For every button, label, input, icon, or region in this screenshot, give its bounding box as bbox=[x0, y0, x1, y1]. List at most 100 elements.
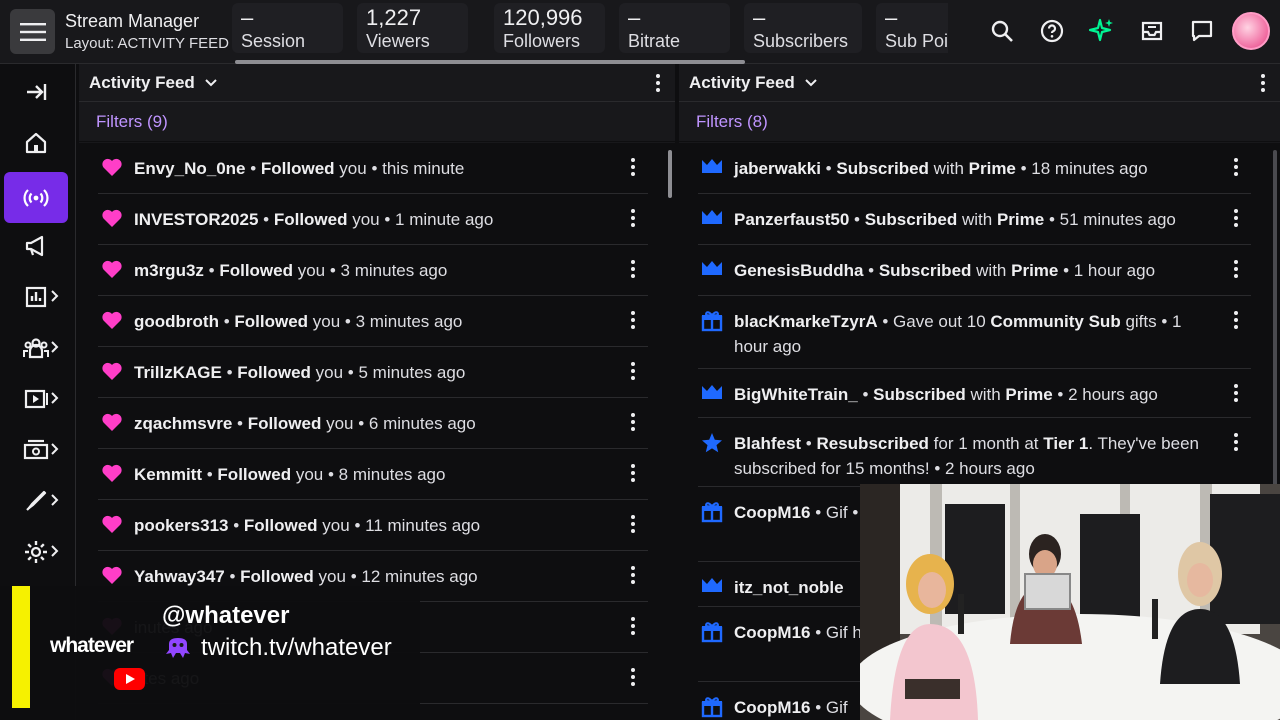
chevron-right-icon bbox=[51, 341, 59, 353]
stat-followers[interactable]: 120,996 Followers bbox=[494, 3, 605, 53]
list-item[interactable]: Blahfest • Resubscribed for 1 month at T… bbox=[698, 418, 1251, 487]
chevron-right-icon bbox=[51, 443, 59, 455]
home-icon bbox=[25, 132, 47, 154]
nav-promotions[interactable] bbox=[4, 221, 68, 271]
list-item[interactable]: goodbroth • Followed you • 3 minutes ago bbox=[98, 296, 648, 347]
event-action: Followed bbox=[234, 312, 309, 331]
more-options-icon[interactable] bbox=[655, 73, 661, 93]
event-action: Followed bbox=[217, 465, 292, 484]
overlay-brand: whatever bbox=[50, 634, 134, 657]
more-options-icon[interactable] bbox=[1260, 73, 1266, 93]
inbox-icon[interactable] bbox=[1138, 17, 1166, 45]
event-time: 6 minutes ago bbox=[368, 414, 476, 433]
whispers-icon[interactable] bbox=[1188, 17, 1216, 45]
more-options-icon[interactable] bbox=[1233, 259, 1239, 284]
gift-icon bbox=[698, 309, 726, 332]
heart-icon bbox=[98, 258, 126, 279]
menu-button[interactable] bbox=[10, 9, 55, 54]
search-icon[interactable] bbox=[988, 17, 1016, 45]
stat-subscribers[interactable]: – Subscribers bbox=[744, 3, 862, 53]
chevron-right-icon bbox=[51, 545, 59, 557]
list-item[interactable]: INVESTOR2025 • Followed you • 1 minute a… bbox=[98, 194, 648, 245]
nav-settings[interactable] bbox=[4, 527, 68, 577]
gift-icon bbox=[698, 500, 726, 523]
more-options-icon[interactable] bbox=[630, 514, 636, 539]
more-options-icon[interactable] bbox=[630, 412, 636, 437]
panel-title[interactable]: Activity Feed bbox=[89, 73, 195, 93]
list-item[interactable]: Panzerfaust50 • Subscribed with Prime • … bbox=[698, 194, 1251, 245]
nav-community[interactable] bbox=[4, 323, 68, 373]
more-options-icon[interactable] bbox=[630, 667, 636, 692]
stat-value: 1,227 bbox=[366, 5, 422, 30]
glitch-icon bbox=[166, 638, 190, 658]
list-item-text: m3rgu3z • Followed you • 3 minutes ago bbox=[126, 258, 447, 283]
stat-session[interactable]: – Session bbox=[232, 3, 343, 53]
event-text: with bbox=[971, 261, 1012, 280]
username: CoopM16 bbox=[734, 698, 811, 717]
overlay-twitch-link: twitch.tv/whatever bbox=[165, 634, 392, 662]
stat-sub-points[interactable]: – Sub Poi bbox=[876, 3, 948, 53]
list-item[interactable]: m3rgu3z • Followed you • 3 minutes ago bbox=[98, 245, 648, 296]
panel-title[interactable]: Activity Feed bbox=[689, 73, 795, 93]
more-options-icon[interactable] bbox=[630, 463, 636, 488]
list-item[interactable]: Envy_No_0ne • Followed you • this minute bbox=[98, 143, 648, 194]
more-options-icon[interactable] bbox=[1233, 208, 1239, 233]
stat-label: Viewers bbox=[366, 31, 430, 51]
more-options-icon[interactable] bbox=[630, 259, 636, 284]
list-item[interactable]: Kemmitt • Followed you • 8 minutes ago bbox=[98, 449, 648, 500]
sparkle-icon[interactable] bbox=[1088, 17, 1116, 45]
list-item[interactable]: zqachmsvre • Followed you • 6 minutes ag… bbox=[98, 398, 648, 449]
more-options-icon[interactable] bbox=[1233, 383, 1239, 408]
event-detail: you bbox=[291, 465, 324, 484]
more-options-icon[interactable] bbox=[1233, 157, 1239, 182]
list-item[interactable]: blacKmarkeTzyrA • Gave out 10 Community … bbox=[698, 296, 1251, 369]
event-text: with bbox=[965, 385, 1006, 404]
event-text: for 1 month at bbox=[928, 434, 1044, 453]
chevron-right-icon bbox=[51, 494, 59, 506]
username: blacKmarkeTzyrA bbox=[734, 312, 878, 331]
layout-label[interactable]: Layout: ACTIVITY FEED bbox=[65, 35, 229, 52]
nav-analytics[interactable] bbox=[4, 272, 68, 322]
list-item[interactable]: TrillzKAGE • Followed you • 5 minutes ag… bbox=[98, 347, 648, 398]
separator: • bbox=[343, 363, 359, 382]
more-options-icon[interactable] bbox=[630, 361, 636, 386]
nav-home[interactable] bbox=[4, 118, 68, 168]
separator: • bbox=[353, 414, 369, 433]
list-item[interactable]: pookers313 • Followed you • 11 minutes a… bbox=[98, 500, 648, 551]
separator: • bbox=[349, 516, 366, 535]
event-action: Followed bbox=[273, 210, 348, 229]
more-options-icon[interactable] bbox=[630, 157, 636, 182]
more-options-icon[interactable] bbox=[630, 208, 636, 233]
nav-monetization[interactable] bbox=[4, 425, 68, 475]
nav-content[interactable] bbox=[4, 374, 68, 424]
more-options-icon[interactable] bbox=[630, 616, 636, 641]
creator-tools-icon bbox=[26, 490, 47, 511]
avatar[interactable] bbox=[1232, 12, 1270, 50]
stat-bitrate[interactable]: – Bitrate bbox=[619, 3, 730, 53]
list-item[interactable]: GenesisBuddha • Subscribed with Prime • … bbox=[698, 245, 1251, 296]
list-item-text: TrillzKAGE • Followed you • 5 minutes ag… bbox=[126, 360, 465, 385]
username: Envy_No_0ne bbox=[134, 159, 246, 178]
more-options-icon[interactable] bbox=[630, 310, 636, 335]
heart-icon bbox=[98, 156, 126, 177]
feed-scrollbar[interactable] bbox=[668, 150, 672, 198]
chevron-down-icon[interactable] bbox=[805, 78, 817, 87]
event-detail: you bbox=[313, 567, 346, 586]
more-options-icon[interactable] bbox=[1233, 432, 1239, 457]
nav-stream-manager[interactable] bbox=[4, 172, 68, 223]
stat-viewers[interactable]: 1,227 Viewers bbox=[357, 3, 468, 53]
more-options-icon[interactable] bbox=[630, 565, 636, 590]
filters-button[interactable]: Filters (8) bbox=[679, 102, 1280, 142]
list-item[interactable]: BigWhiteTrain_ • Subscribed with Prime •… bbox=[698, 369, 1251, 418]
more-options-icon[interactable] bbox=[1233, 310, 1239, 335]
help-icon[interactable] bbox=[1038, 17, 1066, 45]
heart-icon bbox=[98, 513, 126, 534]
expand-nav-button[interactable] bbox=[4, 67, 68, 117]
nav-creator-tools[interactable] bbox=[4, 476, 68, 526]
separator: • bbox=[245, 159, 261, 178]
heart-icon bbox=[98, 309, 126, 330]
list-item[interactable]: jaberwakki • Subscribed with Prime • 18 … bbox=[698, 143, 1251, 194]
filters-button[interactable]: Filters (9) bbox=[79, 102, 675, 142]
chevron-down-icon[interactable] bbox=[205, 78, 217, 87]
event-action: Subscribed bbox=[878, 261, 972, 280]
